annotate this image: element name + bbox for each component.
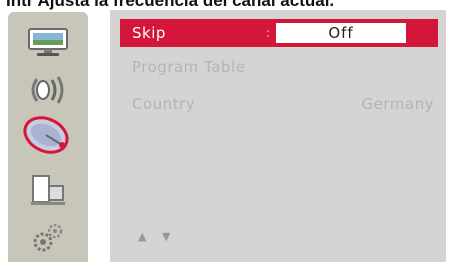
country-value: Germany [361,95,434,113]
picture-icon[interactable] [18,22,78,62]
channel-menu-panel: Skip : Off Program Table Country Germany… [110,10,446,262]
skip-value[interactable]: Off [276,23,406,43]
program-table-label: Program Table [132,58,246,76]
skip-row[interactable]: Skip : Off [120,19,438,47]
audio-icon[interactable] [18,70,78,110]
navigation-arrows-hint: ▲ ▼ [138,230,177,243]
program-table-row[interactable]: Program Table [120,53,438,81]
category-sidebar [8,12,88,262]
settings-icon[interactable] [18,218,78,258]
skip-separator: : [266,26,271,40]
country-row[interactable]: Country Germany [120,90,438,118]
input-icon[interactable] [18,170,78,210]
skip-label: Skip [132,24,166,42]
country-label: Country [132,95,196,113]
channel-satellite-icon[interactable] [18,116,78,156]
